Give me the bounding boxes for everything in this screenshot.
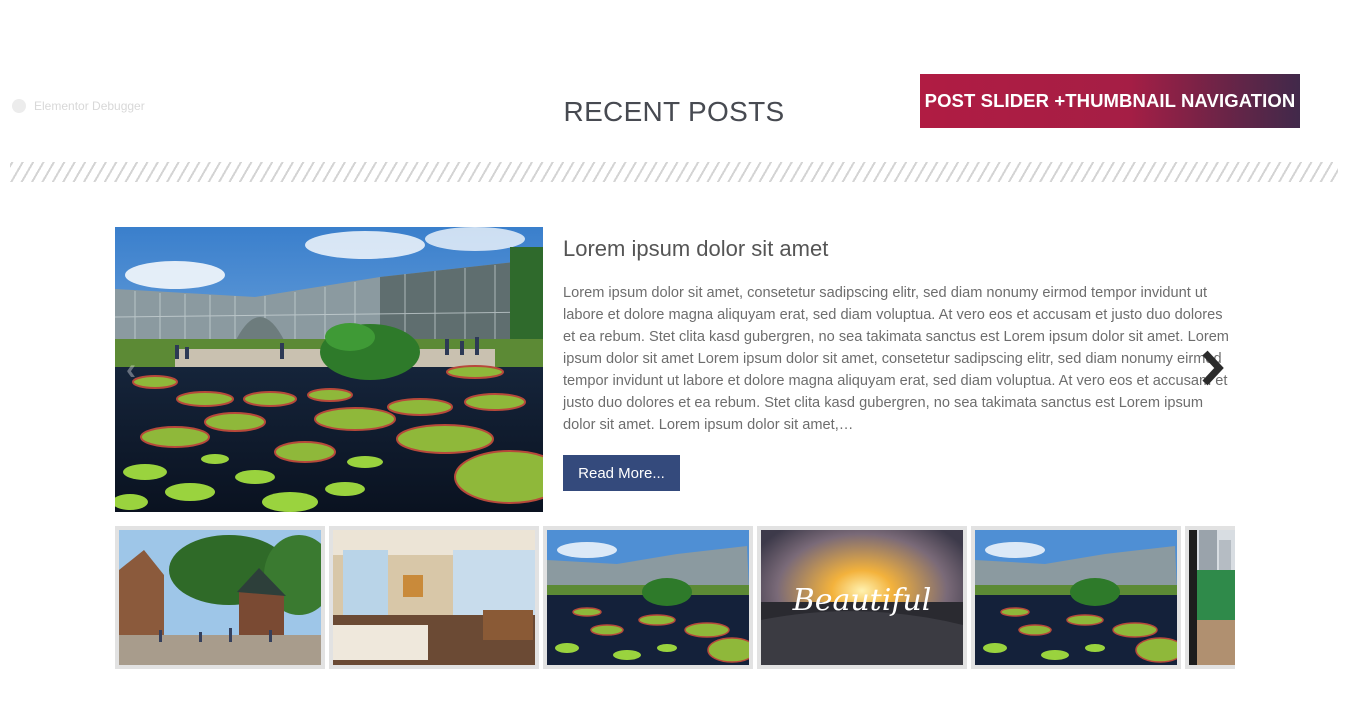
greenhouse-lily-pond-image bbox=[547, 530, 749, 665]
thumbnail-item[interactable] bbox=[543, 526, 753, 669]
thumbnail-item[interactable] bbox=[329, 526, 539, 669]
city-partial-image bbox=[1189, 530, 1235, 665]
read-more-button[interactable]: Read More... bbox=[563, 455, 680, 491]
slider-prev-button[interactable]: ‹ bbox=[126, 355, 148, 385]
striped-divider bbox=[10, 162, 1338, 182]
sunset-beautiful-image: Beautiful bbox=[761, 530, 963, 665]
hotel-room-image bbox=[333, 530, 535, 665]
thumbnail-caption: Beautiful bbox=[792, 583, 932, 618]
thumbnail-item[interactable] bbox=[115, 526, 325, 669]
post-title[interactable]: Lorem ipsum dolor sit amet bbox=[563, 236, 828, 262]
slider-next-button[interactable] bbox=[1198, 349, 1226, 387]
post-excerpt: Lorem ipsum dolor sit amet, consetetur s… bbox=[563, 285, 1229, 433]
thumbnail-item[interactable]: Beautiful bbox=[757, 526, 967, 669]
greenhouse-lily-pond-image bbox=[115, 227, 543, 512]
thumbnail-item[interactable] bbox=[1185, 526, 1235, 669]
greenhouse-lily-pond-image bbox=[975, 530, 1177, 665]
park-street-image bbox=[119, 530, 321, 665]
thumbnail-item[interactable] bbox=[971, 526, 1181, 669]
thumbnail-navigation: Beautiful bbox=[115, 526, 1235, 669]
slide-featured-image bbox=[115, 227, 543, 512]
chevron-right-icon bbox=[1202, 350, 1224, 386]
slider-type-badge: POST SLIDER +THUMBNAIL NAVIGATION bbox=[920, 74, 1300, 128]
